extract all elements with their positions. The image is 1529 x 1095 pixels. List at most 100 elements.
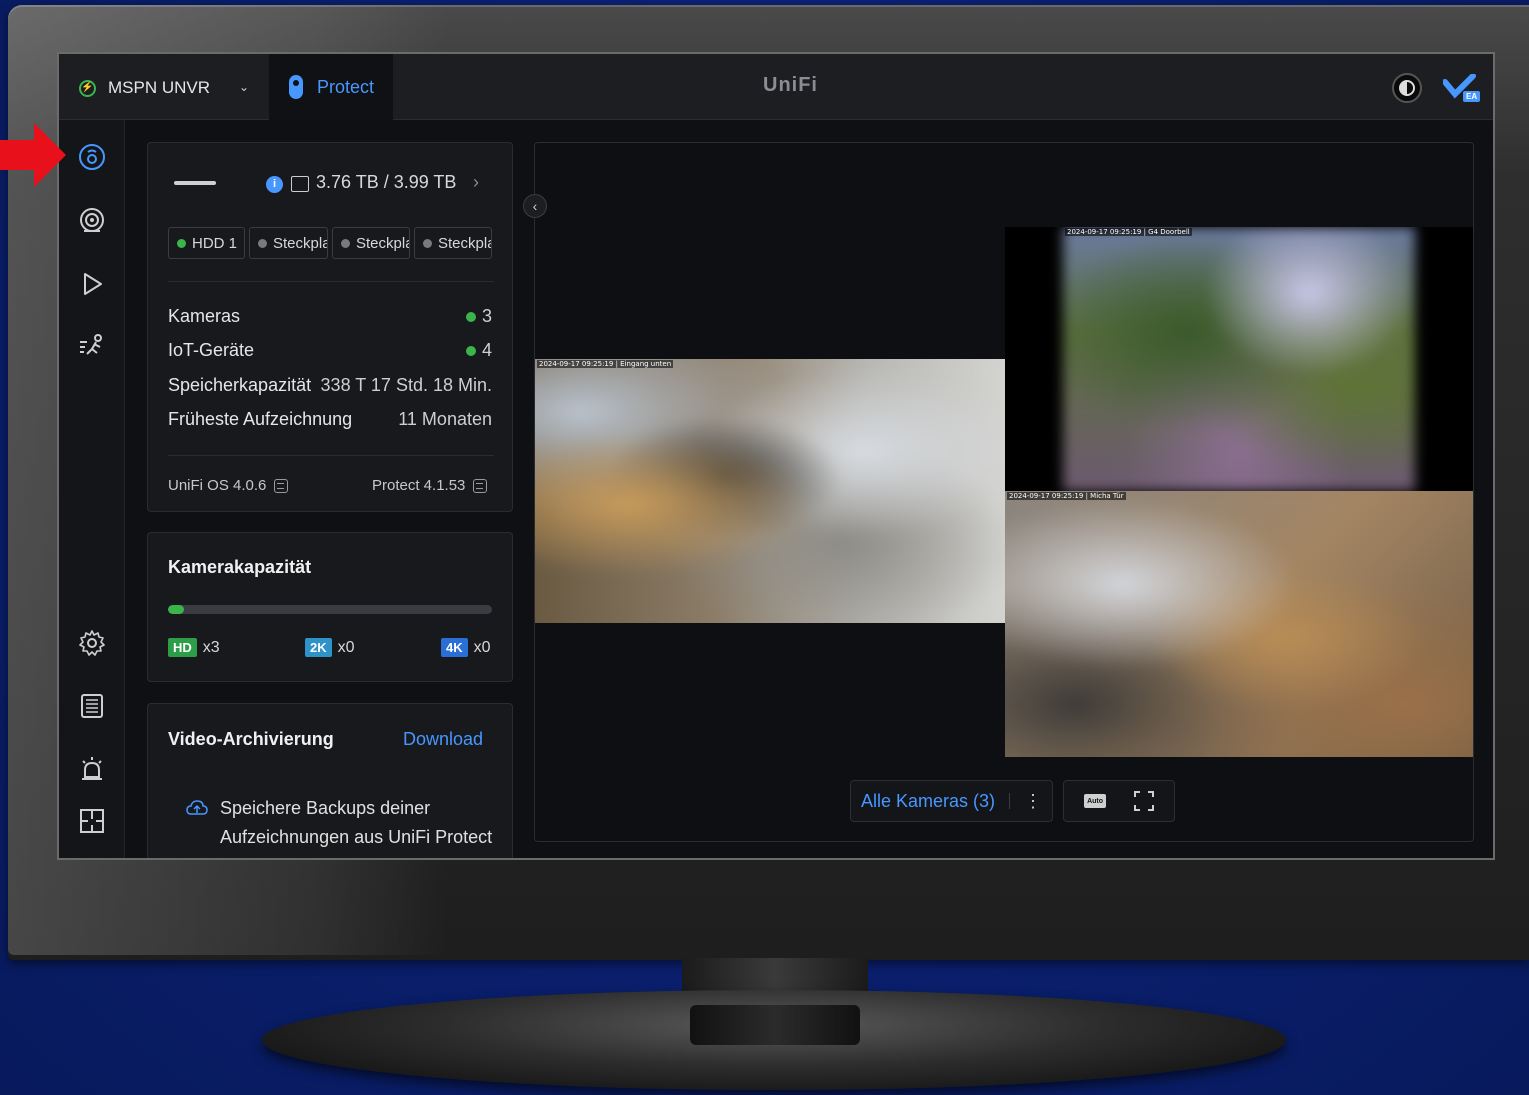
camera-timestamp: 2024-09-17 09:25:19 | Eingang unten — [537, 360, 674, 368]
camera-tile-3[interactable]: 2024-09-17 09:25:19 | Micha Tür — [1005, 491, 1473, 757]
online-dot — [465, 311, 476, 322]
slot-status-dot — [423, 238, 432, 248]
slot-status-dot — [341, 238, 350, 248]
release-notes-icon[interactable] — [274, 478, 289, 493]
stat-value: 4 — [481, 340, 492, 360]
protect-version-text: Protect 4.1.53 — [372, 477, 466, 494]
stat-iot-devices[interactable]: IoT-Geräte 4 — [168, 340, 492, 366]
divider — [168, 281, 494, 282]
drive-slot-4[interactable]: Steckplatz — [414, 227, 492, 259]
protect-version: Protect 4.1.53 — [372, 477, 488, 494]
drive-slot-1[interactable]: HDD 1 — [168, 227, 245, 259]
camera-timestamp: 2024-09-17 09:25:19 | Micha Tür — [1007, 492, 1126, 500]
capacity-progress-fill — [168, 605, 185, 614]
stat-cameras[interactable]: Kameras 3 — [168, 306, 492, 332]
camera-group-selector: Alle Kameras (3) ⋮ — [850, 780, 1054, 822]
settings-icon — [79, 630, 105, 656]
4k-badge: 4K — [441, 638, 468, 657]
left-nav — [59, 120, 125, 858]
card-title: Video-Archivierung — [168, 729, 334, 749]
nav-detections[interactable] — [75, 329, 109, 363]
stat-value: 11 Monaten — [398, 409, 492, 429]
download-link[interactable]: Download — [403, 729, 483, 750]
capacity-progress-bar — [168, 605, 492, 614]
divider — [168, 455, 494, 456]
nav-logs[interactable] — [75, 689, 109, 723]
nav-floorplan[interactable] — [75, 804, 109, 838]
nav-dashboard[interactable] — [75, 140, 109, 174]
storage-usage: 3.76 TB / 3.99 TB — [316, 172, 457, 192]
early-access-badge: EA — [1463, 91, 1481, 102]
os-version-text: UniFi OS 4.0.6 — [168, 477, 267, 494]
drive-slot-3[interactable]: Steckplatz 3 — [332, 227, 410, 259]
info-icon[interactable]: i — [266, 176, 283, 193]
archive-description: Speichere Backups deiner Aufzeichnungen … — [220, 798, 493, 858]
stat-earliest-recording: Früheste Aufzeichnung 11 Monaten — [168, 409, 492, 435]
monitor-stand-joint — [690, 1005, 860, 1045]
resolution-hd: HD x3 — [168, 638, 220, 657]
2k-count: x0 — [337, 638, 355, 656]
top-bar: ⚡ MSPN UNVR ⌄ Protect UniFi EA — [59, 54, 1493, 120]
stat-label: IoT-Geräte — [168, 340, 255, 360]
console-selector[interactable]: ⚡ MSPN UNVR — [79, 76, 210, 100]
slot-label: Steckplatz — [438, 234, 491, 252]
camera-feed — [1063, 227, 1415, 491]
brand-title: UniFi — [763, 74, 818, 96]
stat-label: Früheste Aufzeichnung — [168, 409, 353, 429]
online-dot — [465, 345, 476, 356]
protect-logo-icon — [289, 75, 303, 99]
camera-capacity-card: Kamerakapazität HD x3 2K x0 4K x0 — [147, 532, 513, 682]
tab-protect[interactable]: Protect — [269, 54, 393, 120]
collapse-panel-button[interactable]: ‹ — [523, 194, 547, 218]
separator — [1009, 793, 1011, 809]
liveview-controls: Alle Kameras (3) ⋮ Auto — [850, 780, 1176, 822]
view-options: Auto — [1063, 780, 1176, 822]
slot-status-dot — [258, 238, 267, 248]
floorplan-icon — [80, 809, 104, 833]
release-notes-icon[interactable] — [473, 478, 488, 493]
hd-badge: HD — [168, 638, 197, 657]
dashboard-icon — [79, 144, 105, 170]
chevron-right-icon[interactable]: › — [473, 172, 479, 193]
4k-count: x0 — [473, 638, 491, 656]
resolution-2k: 2K x0 — [305, 638, 355, 657]
card-title: Kamerakapazität — [168, 557, 312, 577]
stat-value-wrap: 3 — [465, 306, 492, 327]
video-archive-card: Video-Archivierung Download Speichere Ba… — [147, 703, 513, 858]
contrast-icon — [1399, 80, 1415, 96]
camera-feed — [535, 359, 1005, 623]
storage-card: i 3.76 TB / 3.99 TB › HDD 1 Steckplatz 2… — [147, 142, 513, 512]
console-name: MSPN UNVR — [108, 78, 211, 97]
nav-settings[interactable] — [75, 626, 109, 660]
online-status-icon: ⚡ — [79, 79, 96, 97]
camera-tile-1[interactable]: 2024-09-17 09:25:19 | Eingang unten — [535, 359, 1005, 623]
quality-auto-icon[interactable]: Auto — [1084, 794, 1107, 808]
detections-icon — [80, 334, 102, 355]
more-options-icon[interactable]: ⋮ — [1024, 791, 1042, 812]
camera-feed — [1005, 491, 1473, 757]
playback-icon — [84, 273, 102, 295]
chevron-down-icon[interactable]: ⌄ — [239, 80, 249, 94]
fullscreen-icon[interactable] — [1134, 791, 1155, 811]
camera-tile-2[interactable]: 2024-09-17 09:25:19 | G4 Doorbell — [1005, 227, 1473, 491]
slot-label: Steckplatz 3 — [356, 234, 409, 252]
alarm-icon — [82, 757, 102, 780]
stat-label: Speicherkapazität — [168, 375, 312, 395]
stat-value: 338 T 17 Std. 18 Min. — [320, 375, 492, 395]
nav-playback[interactable] — [75, 267, 109, 301]
theme-toggle-icon[interactable] — [1392, 73, 1422, 103]
slot-status-dot — [177, 238, 186, 248]
hard-drive-icon — [291, 176, 309, 192]
live-view: 2024-09-17 09:25:19 | Eingang unten 2024… — [534, 142, 1474, 842]
slot-label: Steckplatz 2 — [273, 234, 327, 252]
app-screen: ⚡ MSPN UNVR ⌄ Protect UniFi EA i 3.76 TB… — [57, 52, 1495, 860]
2k-badge: 2K — [305, 638, 332, 657]
drive-slot-2[interactable]: Steckplatz 2 — [249, 227, 328, 259]
stat-value: 3 — [481, 306, 492, 326]
resolution-4k: 4K x0 — [441, 638, 491, 657]
nav-cameras[interactable] — [75, 203, 109, 237]
nas-device-icon — [174, 181, 216, 185]
all-cameras-link[interactable]: Alle Kameras (3) — [861, 791, 995, 812]
slot-label: HDD 1 — [192, 234, 238, 252]
nav-alarm[interactable] — [75, 752, 109, 786]
